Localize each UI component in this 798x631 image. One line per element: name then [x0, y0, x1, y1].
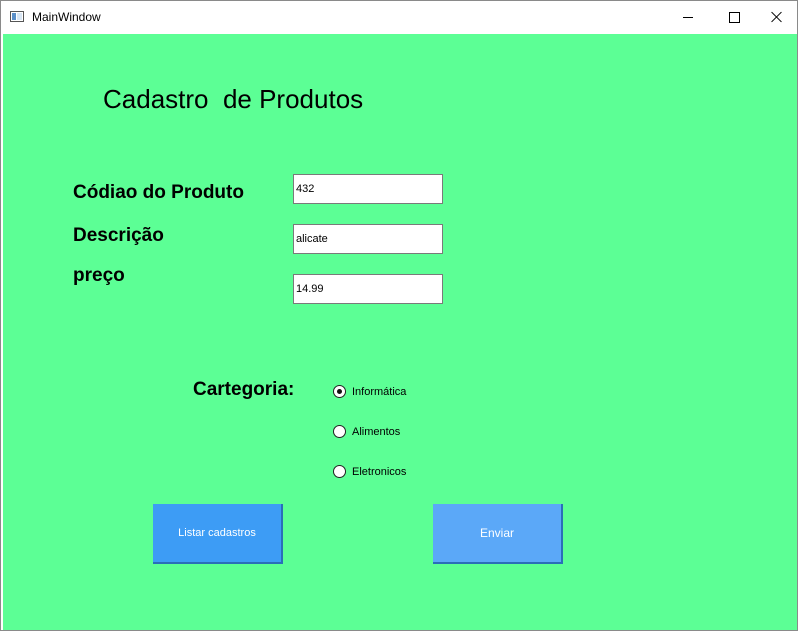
- send-button[interactable]: Enviar: [433, 504, 563, 564]
- category-radio-informatica[interactable]: Informática: [333, 385, 406, 398]
- radio-unchecked-icon[interactable]: [333, 465, 346, 478]
- price-label: preço: [73, 265, 125, 286]
- maximize-icon: [728, 11, 740, 23]
- category-radio-alimentos[interactable]: Alimentos: [333, 425, 400, 438]
- window-title: MainWindow: [32, 10, 101, 24]
- product-code-input[interactable]: [293, 174, 443, 204]
- title-bar[interactable]: MainWindow: [1, 1, 797, 33]
- description-input[interactable]: [293, 224, 443, 254]
- category-label: Cartegoria:: [193, 379, 295, 400]
- price-input[interactable]: [293, 274, 443, 304]
- radio-checked-icon[interactable]: [333, 385, 346, 398]
- close-icon: [771, 11, 783, 23]
- page-title: Cadastro de Produtos: [103, 84, 364, 114]
- window-app-icon: [10, 11, 24, 22]
- product-code-label: Códiao do Produto: [73, 182, 244, 203]
- category-option-label: Alimentos: [352, 425, 401, 438]
- close-button[interactable]: [757, 1, 797, 33]
- minimize-button[interactable]: [665, 1, 711, 33]
- radio-unchecked-icon[interactable]: [333, 425, 346, 438]
- category-option-label: Eletronicos: [352, 465, 407, 478]
- list-records-button[interactable]: Listar cadastros: [153, 504, 283, 564]
- form-area: Cadastro de Produtos Códiao do Produto D…: [3, 34, 797, 630]
- category-option-label: Informática: [352, 385, 407, 398]
- description-label: Descrição: [73, 225, 164, 246]
- minimize-icon: [683, 17, 693, 18]
- maximize-button[interactable]: [711, 1, 757, 33]
- main-window: MainWindow Cadastro de Produtos Códiao d…: [0, 0, 798, 631]
- category-radio-eletronicos[interactable]: Eletronicos: [333, 465, 406, 478]
